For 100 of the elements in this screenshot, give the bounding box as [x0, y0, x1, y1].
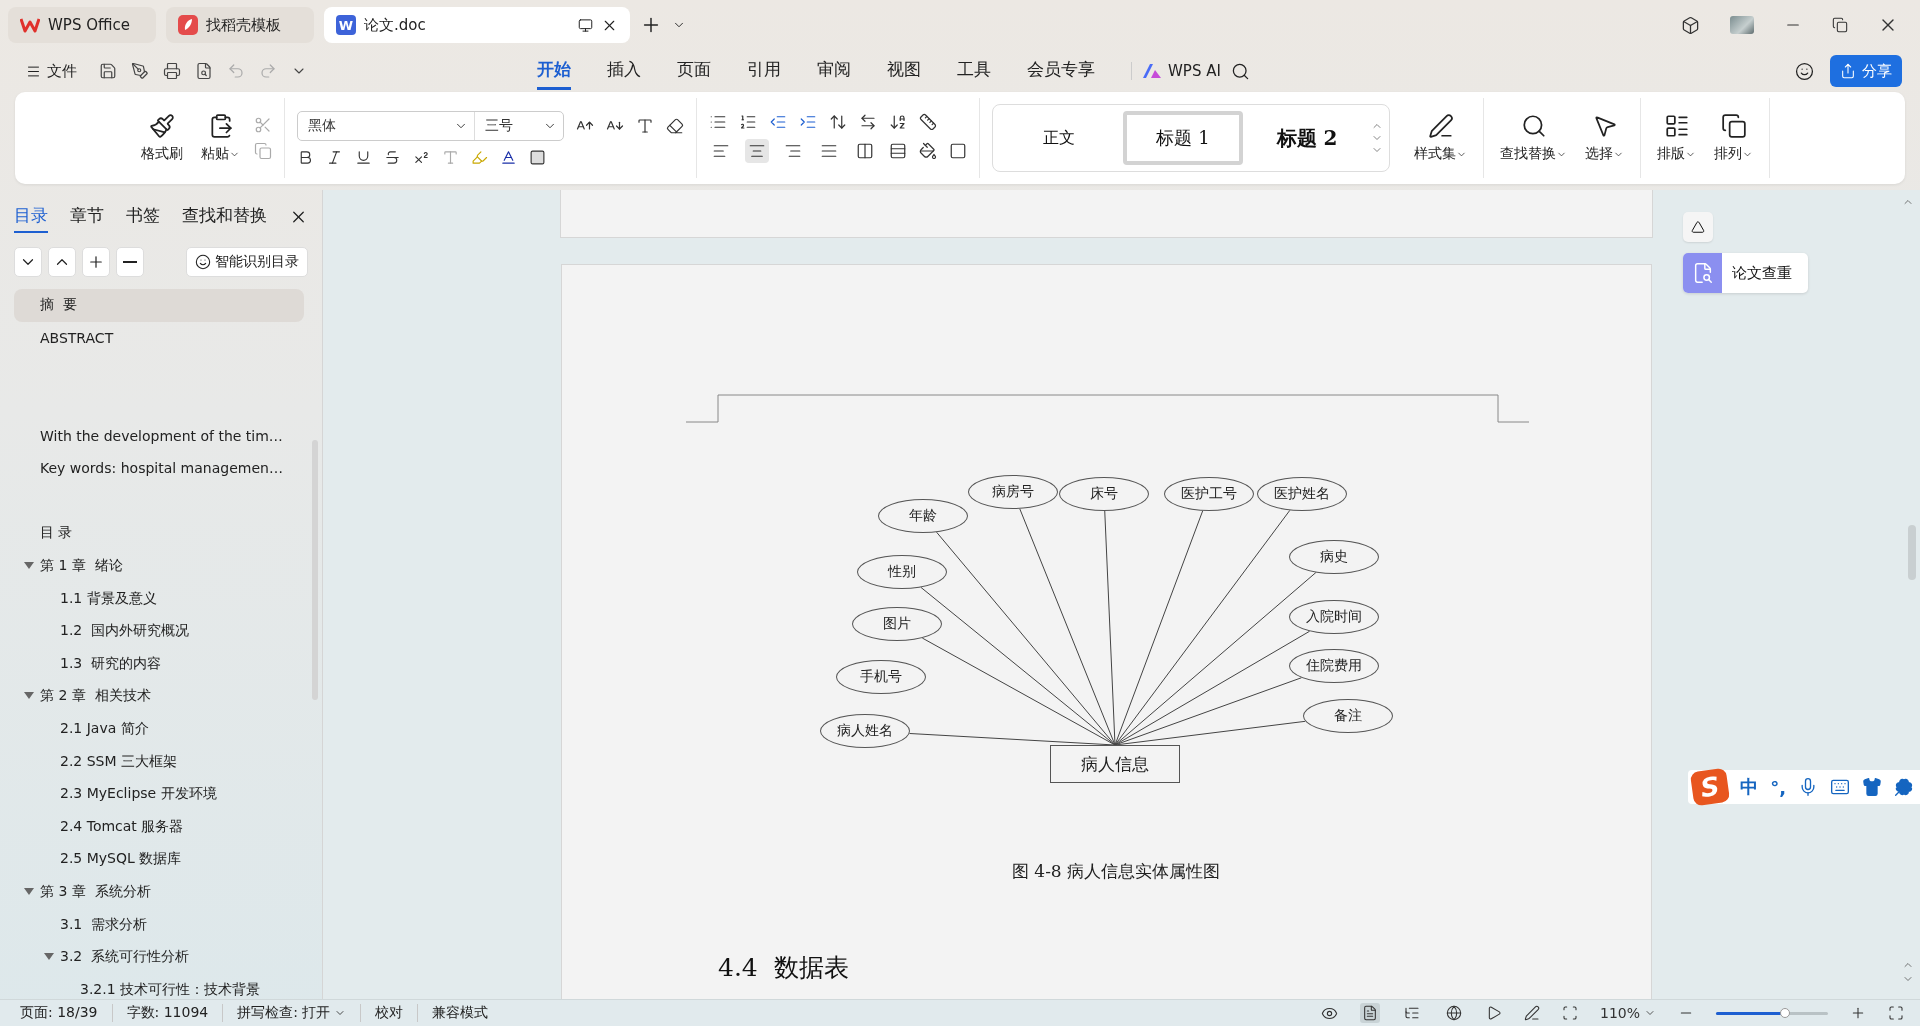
input-method-logo[interactable]: S: [1689, 767, 1731, 807]
border-icon[interactable]: [949, 142, 967, 160]
panel-tab[interactable]: 章节: [70, 200, 104, 233]
remove-button[interactable]: [116, 247, 144, 277]
print-preview-icon[interactable]: [195, 62, 213, 80]
line-spacing-icon[interactable]: [889, 142, 907, 160]
outline-item[interactable]: 2.5 MySQL 数据库: [14, 843, 304, 876]
select-button[interactable]: 选择: [1581, 113, 1628, 163]
outline-item[interactable]: 摘 要: [14, 289, 304, 322]
format-painter-button[interactable]: 格式刷: [137, 113, 187, 163]
view-mode-button[interactable]: [1359, 1003, 1380, 1023]
char-shading-icon[interactable]: [529, 148, 546, 166]
outline-item[interactable]: 1.2 国内外研究概况: [14, 614, 304, 648]
expand-caret-icon[interactable]: [42, 953, 56, 962]
proofread-button[interactable]: 校对: [361, 1004, 419, 1022]
fullscreen-icon[interactable]: [1888, 1005, 1904, 1021]
share-button[interactable]: 分享: [1830, 55, 1902, 87]
paste-button[interactable]: 粘贴: [197, 113, 244, 163]
scrollbar[interactable]: [1908, 525, 1916, 580]
spell-check-toggle[interactable]: 拼写检查: 打开: [223, 1004, 362, 1022]
panel-tab[interactable]: 目录: [14, 200, 48, 233]
shirt-icon[interactable]: [1862, 777, 1882, 797]
outline-item[interactable]: 第 3 章 系统分析: [14, 875, 304, 909]
zoom-select[interactable]: 110%: [1599, 1005, 1656, 1021]
font-color-icon[interactable]: [500, 148, 517, 166]
ribbon-tab[interactable]: 页面: [677, 52, 711, 90]
punctuation-toggle[interactable]: °,: [1770, 776, 1786, 798]
italic-icon[interactable]: [326, 148, 343, 166]
outline-item[interactable]: Key words: hospital managemen…: [14, 451, 304, 485]
strikethrough-icon[interactable]: [384, 148, 401, 166]
outline-item[interactable]: 1.1 背景及意义: [14, 582, 304, 615]
feedback-icon[interactable]: [1795, 61, 1814, 81]
bullet-list-icon[interactable]: [709, 113, 727, 131]
print-icon[interactable]: [163, 62, 181, 80]
collapse-button[interactable]: [1683, 212, 1713, 242]
keyboard-icon[interactable]: [1830, 777, 1850, 797]
outline-item[interactable]: 2.3 MyEclipse 开发环境: [14, 777, 304, 811]
focus-icon[interactable]: [1561, 1005, 1578, 1021]
fill-icon[interactable]: [919, 142, 937, 160]
pen-icon[interactable]: [1523, 1005, 1540, 1021]
previous-button[interactable]: [48, 247, 76, 277]
swap-icon[interactable]: [859, 113, 877, 131]
monitor-icon[interactable]: [578, 17, 593, 33]
zoom-in-icon[interactable]: [1850, 1005, 1866, 1021]
ribbon-tab[interactable]: 工具: [957, 52, 991, 90]
font-select[interactable]: 黑体 三号: [297, 110, 564, 141]
outline-item[interactable]: 第 2 章 相关技术: [14, 680, 304, 713]
expand-caret-icon[interactable]: [22, 692, 36, 701]
indent-icon[interactable]: [799, 113, 817, 131]
arrange-button[interactable]: 排列: [1710, 113, 1757, 163]
zoom-slider-thumb[interactable]: [1780, 1007, 1791, 1018]
restore-icon[interactable]: [1832, 17, 1848, 33]
word-count[interactable]: 字数: 11094: [112, 1004, 224, 1022]
pen-icon[interactable]: [131, 62, 149, 80]
add-button[interactable]: [82, 247, 110, 277]
outline-item[interactable]: 3.1 需求分析: [14, 908, 304, 941]
window-tab[interactable]: W 论文.doc: [324, 7, 630, 43]
text-direction-icon[interactable]: [829, 113, 847, 131]
plagiarism-check-button[interactable]: 论文查重: [1683, 253, 1808, 293]
search-icon[interactable]: [1230, 61, 1250, 81]
outline-item[interactable]: 2.1 Java 简介: [14, 712, 304, 746]
input-mode-toggle[interactable]: 中: [1740, 775, 1759, 799]
ai-button[interactable]: WPS AI: [1131, 62, 1231, 80]
numbered-list-icon[interactable]: [739, 113, 757, 131]
expand-caret-icon[interactable]: [22, 562, 36, 571]
file-menu[interactable]: 文件: [18, 61, 85, 81]
outline-item[interactable]: 第 1 章 绪论: [14, 549, 304, 583]
ribbon-tab[interactable]: 视图: [887, 52, 921, 90]
layout-button[interactable]: 排版: [1653, 113, 1700, 163]
ribbon-tab[interactable]: 插入: [607, 52, 641, 90]
next-button[interactable]: [14, 247, 42, 277]
align-button[interactable]: [745, 139, 769, 163]
ribbon-tab[interactable]: 引用: [747, 52, 781, 90]
expand-caret-icon[interactable]: [22, 888, 36, 896]
smart-toc-button[interactable]: 智能识别目录: [186, 247, 308, 277]
outline-item[interactable]: 3.2.1 技术可行性：技术背景: [14, 973, 304, 999]
outdent-icon[interactable]: [769, 113, 787, 131]
outline-item[interactable]: 3.2 系统可行性分析: [14, 940, 304, 974]
cube-icon[interactable]: [1681, 15, 1700, 35]
sort-icon[interactable]: [889, 113, 907, 131]
ribbon-tab[interactable]: 审阅: [817, 52, 851, 90]
save-icon[interactable]: [99, 62, 117, 80]
outline-item[interactable]: With the development of the tim…: [14, 419, 304, 452]
eraser-icon[interactable]: [666, 116, 684, 135]
ribbon-tab[interactable]: 会员专享: [1027, 52, 1095, 90]
outline-item[interactable]: 1.3 研究的内容: [14, 647, 304, 681]
outline-item[interactable]: 2.4 Tomcat 服务器: [14, 810, 304, 844]
underline-icon[interactable]: [355, 148, 372, 166]
outline-item[interactable]: 目 录: [14, 517, 304, 550]
panel-tab[interactable]: 书签: [126, 200, 160, 233]
outline-item[interactable]: ABSTRACT: [14, 321, 304, 355]
find-replace-button[interactable]: 查找替换: [1496, 113, 1571, 163]
window-tab[interactable]: WPS Office: [8, 7, 156, 43]
panel-tab[interactable]: 查找和替换: [182, 200, 267, 233]
clover-icon[interactable]: [1894, 777, 1914, 797]
style-set-button[interactable]: 样式集: [1410, 113, 1471, 163]
window-tab[interactable]: 找稻壳模板: [166, 7, 314, 43]
zoom-slider-track[interactable]: [1716, 1011, 1828, 1015]
style-item[interactable]: 标题 1: [1123, 111, 1243, 165]
ruler-icon[interactable]: [919, 113, 937, 131]
